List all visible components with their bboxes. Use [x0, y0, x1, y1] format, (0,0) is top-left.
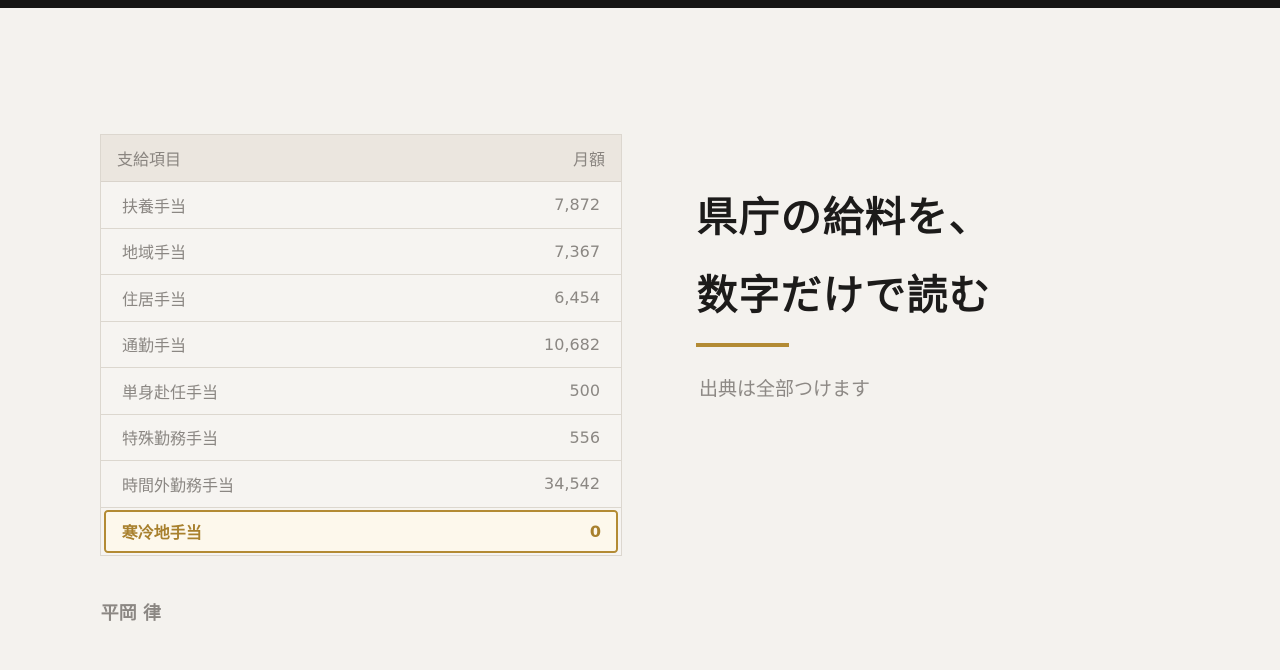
row-label: 扶養手当: [122, 196, 187, 216]
table-row: 時間外勤務手当 34,542: [101, 461, 621, 508]
row-label: 寒冷地手当: [122, 523, 203, 542]
column-header-item: 支給項目: [117, 150, 182, 169]
row-amount: 500: [569, 381, 600, 401]
top-bar: [0, 0, 1280, 8]
subtitle: 出典は全部つけます: [699, 378, 871, 400]
table-row-highlighted: 寒冷地手当 0: [104, 509, 618, 553]
row-amount: 556: [569, 427, 600, 447]
row-label: 特殊勤務手当: [122, 429, 219, 449]
row-label: 住居手当: [122, 289, 187, 309]
table-row: 特殊勤務手当 556: [101, 414, 621, 461]
column-header-amount: 月額: [572, 150, 605, 169]
row-amount: 34,542: [544, 474, 600, 494]
accent-divider: [696, 343, 789, 347]
row-amount: 7,872: [554, 195, 600, 215]
headline-line-1: 県庁の給料を、: [697, 193, 991, 241]
row-label: 通勤手当: [122, 336, 187, 356]
row-amount: 10,682: [544, 334, 600, 354]
row-label: 単身赴任手当: [122, 382, 219, 402]
row-label: 地域手当: [122, 243, 187, 263]
table-row: 単身赴任手当 500: [101, 368, 621, 415]
table-row: 扶養手当 7,872: [101, 182, 621, 229]
table-row: 地域手当 7,367: [101, 228, 621, 275]
table-row: 通勤手当 10,682: [101, 321, 621, 368]
author-name: 平岡 律: [101, 603, 162, 624]
headline-line-2: 数字だけで読む: [697, 271, 991, 319]
headline: 県庁の給料を、 数字だけで読む: [697, 178, 991, 334]
row-amount: 7,367: [554, 241, 600, 261]
table-row: 住居手当 6,454: [101, 275, 621, 322]
row-amount: 0: [589, 521, 601, 541]
table-header: 支給項目 月額: [101, 135, 621, 182]
row-amount: 6,454: [554, 288, 600, 308]
row-label: 時間外勤務手当: [122, 475, 235, 495]
allowance-table: 支給項目 月額 扶養手当 7,872 地域手当 7,367 住居手当 6,454…: [100, 134, 622, 556]
